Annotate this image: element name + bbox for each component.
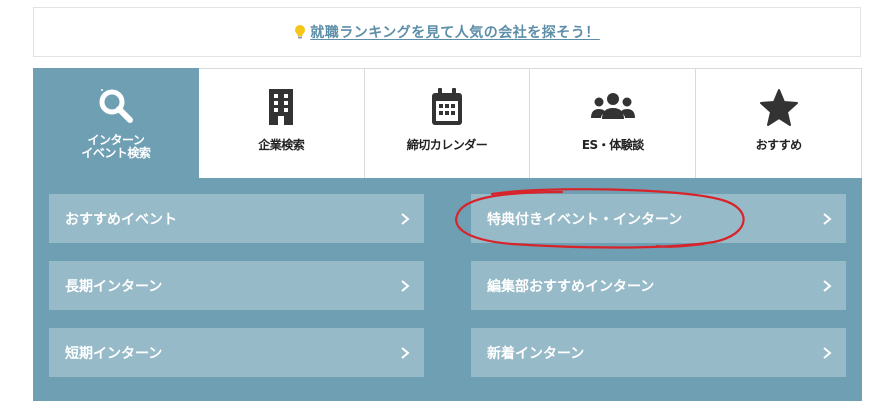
tab-company-search[interactable]: 企業検索	[198, 68, 365, 178]
tab-label: インターン イベント検索	[81, 133, 151, 160]
search-icon	[99, 89, 133, 123]
calendar-icon	[431, 88, 462, 125]
users-icon	[590, 93, 635, 119]
tab-es-experience[interactable]: ES・体験談	[530, 68, 697, 178]
link-long-term-internships[interactable]: 長期インターン	[49, 261, 424, 310]
chevron-right-icon	[823, 279, 832, 292]
link-label: 特典付きイベント・インターン	[487, 211, 683, 228]
ranking-banner-text: 就職ランキングを見て人気の会社を探そう！	[310, 25, 600, 41]
chevron-right-icon	[401, 212, 410, 225]
ranking-banner-link[interactable]: 就職ランキングを見て人気の会社を探そう！	[294, 22, 600, 42]
building-icon	[269, 89, 294, 125]
tab-deadline-calendar[interactable]: 締切カレンダー	[364, 68, 531, 178]
chevron-right-icon	[823, 212, 832, 225]
link-editorial-recommended-internships[interactable]: 編集部おすすめインターン	[471, 261, 846, 310]
chevron-right-icon	[401, 346, 410, 359]
link-label: 長期インターン	[65, 278, 163, 295]
star-icon	[759, 89, 798, 126]
chevron-right-icon	[823, 346, 832, 359]
link-label: 短期インターン	[65, 345, 163, 362]
chevron-right-icon	[401, 279, 410, 292]
link-label: おすすめイベント	[65, 211, 177, 228]
lightbulb-icon	[295, 25, 306, 39]
tab-label: 企業検索	[258, 138, 305, 152]
tab-label: おすすめ	[755, 138, 803, 152]
tab-internship-event-search[interactable]: インターン イベント検索	[33, 68, 199, 178]
link-bonus-events-internships[interactable]: 特典付きイベント・インターン	[471, 194, 846, 243]
search-tabs: インターン イベント検索 企業検索 締切カレンダー ES・体験談 おすすめ	[33, 68, 862, 178]
search-panel: インターン イベント検索 企業検索 締切カレンダー ES・体験談 おすすめ おす…	[33, 68, 862, 401]
tab-recommended[interactable]: おすすめ	[696, 68, 862, 178]
link-short-term-internships[interactable]: 短期インターン	[49, 328, 424, 377]
ranking-banner: 就職ランキングを見て人気の会社を探そう！	[33, 7, 861, 57]
category-links: おすすめイベント 特典付きイベント・インターン 長期インターン 編集部おすすめイ…	[49, 194, 846, 378]
tab-label: ES・体験談	[581, 138, 644, 152]
link-label: 編集部おすすめインターン	[487, 278, 655, 295]
tab-label: 締切カレンダー	[406, 138, 488, 152]
link-label: 新着インターン	[487, 345, 585, 362]
link-recommended-events[interactable]: おすすめイベント	[49, 194, 424, 243]
link-new-internships[interactable]: 新着インターン	[471, 328, 846, 377]
